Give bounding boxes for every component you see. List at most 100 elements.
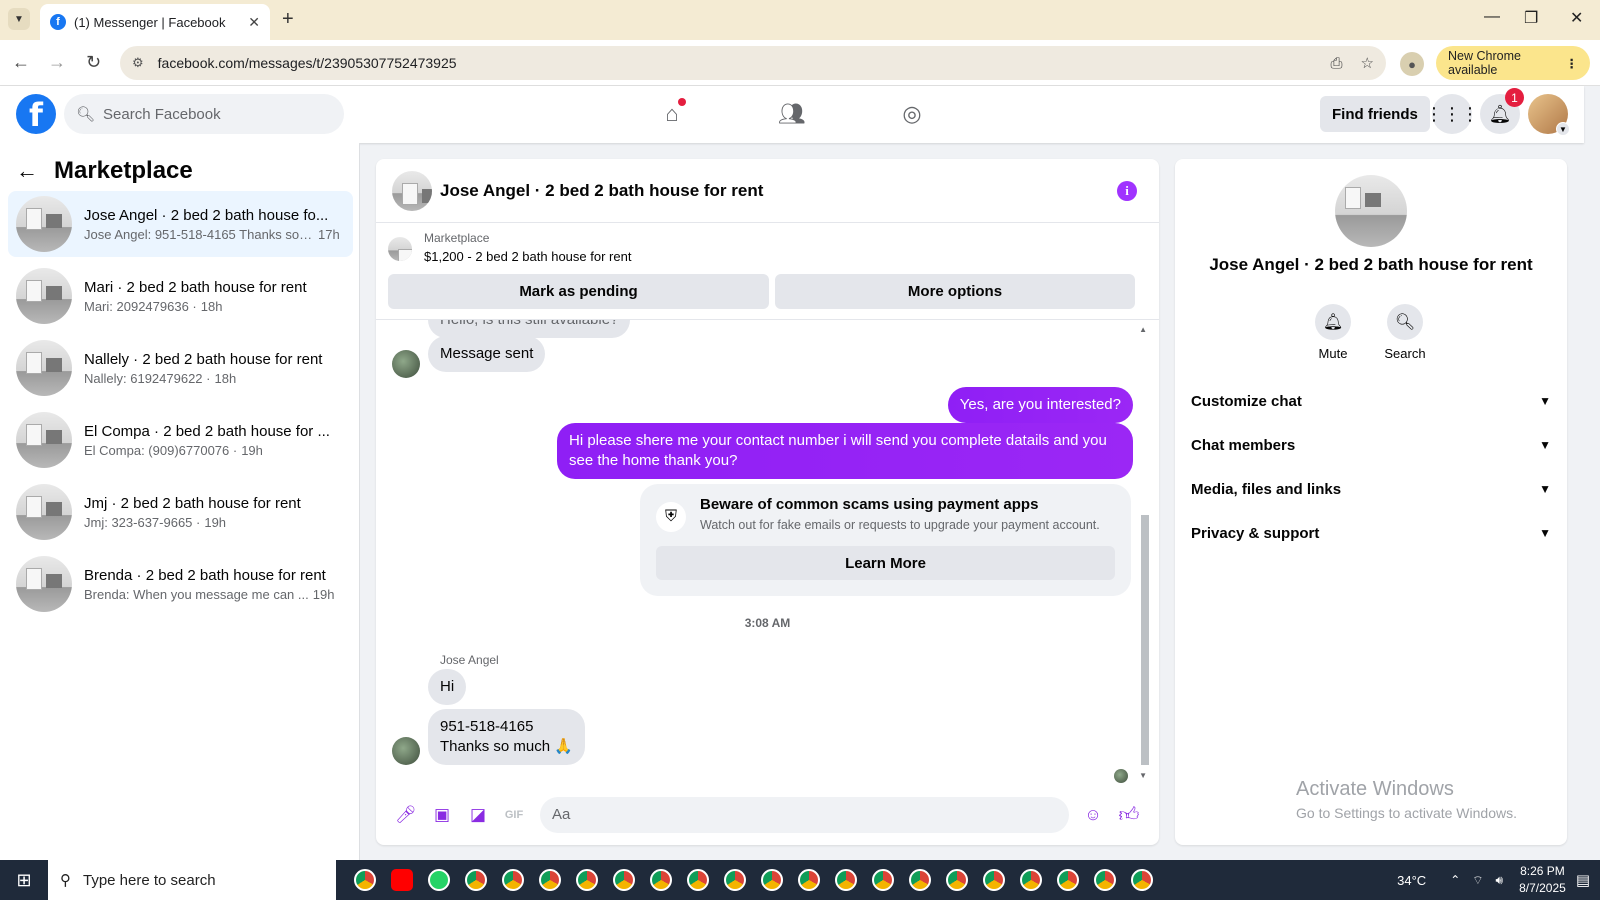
sender-avatar[interactable] xyxy=(392,350,420,378)
taskbar-search-box[interactable]: ⚲ Type here to search xyxy=(48,860,336,900)
browser-tab[interactable]: f (1) Messenger | Facebook ✕ xyxy=(40,4,270,40)
chrome-window-icon[interactable] xyxy=(753,860,790,900)
chrome-window-icon[interactable] xyxy=(1049,860,1086,900)
show-hidden-icons-icon[interactable]: ⌃ xyxy=(1450,873,1460,887)
conversation-name: Jose Angel · 2 bed 2 bath house fo... xyxy=(84,206,329,224)
find-friends-button[interactable]: Find friends xyxy=(1320,96,1430,132)
bookmark-star-icon[interactable]: ☆ xyxy=(1361,54,1374,72)
microphone-icon[interactable]: 🎤︎ xyxy=(388,797,424,833)
new-chrome-available-button[interactable]: New Chrome available ⋮ xyxy=(1436,46,1590,80)
listing-thumbnail-large[interactable] xyxy=(1335,175,1407,247)
chrome-profile-icon[interactable]: ● xyxy=(1400,52,1424,76)
tab-search-icon[interactable]: ▼ xyxy=(8,8,30,30)
menu-grid-icon[interactable]: ⋮⋮⋮ xyxy=(1425,94,1479,134)
conversation-item[interactable]: Jose Angel · 2 bed 2 bath house fo... Jo… xyxy=(8,191,353,257)
conversation-item[interactable]: Nallely · 2 bed 2 bath house for rent Na… xyxy=(8,335,353,401)
chrome-window-icon[interactable] xyxy=(642,860,679,900)
chrome-window-icon[interactable] xyxy=(827,860,864,900)
chrome-window-icon[interactable] xyxy=(457,860,494,900)
privacy-support-section[interactable]: Privacy & support ▼ xyxy=(1191,511,1551,555)
scroll-down-arrow-icon[interactable]: ▼ xyxy=(1139,771,1147,780)
new-tab-icon[interactable]: + xyxy=(282,8,294,30)
forward-arrow-icon[interactable]: → xyxy=(48,52,66,73)
mute-button[interactable]: 🔔︎ Mute xyxy=(1303,304,1363,361)
minimize-icon[interactable]: — xyxy=(1484,8,1500,26)
sticker-icon[interactable]: ◪ xyxy=(460,797,496,833)
close-tab-icon[interactable]: ✕ xyxy=(248,14,260,31)
chrome-window-icon[interactable] xyxy=(568,860,605,900)
notification-center-icon[interactable]: ▤ xyxy=(1576,871,1590,889)
weather-temperature[interactable]: 34°C xyxy=(1397,873,1426,888)
groups-icon[interactable]: ◎ xyxy=(896,98,928,130)
chrome-window-icon[interactable] xyxy=(605,860,642,900)
home-icon[interactable]: ⌂ xyxy=(656,98,688,130)
conversation-time: 18h xyxy=(200,298,223,314)
chrome-window-icon[interactable] xyxy=(864,860,901,900)
restore-icon[interactable]: ❐ xyxy=(1524,8,1538,28)
listing-thumbnail[interactable] xyxy=(392,170,432,211)
conversation-item[interactable]: El Compa · 2 bed 2 bath house for ... El… xyxy=(8,407,353,473)
back-arrow-icon[interactable]: ← xyxy=(16,158,38,184)
warning-title: Beware of common scams using payment app… xyxy=(700,496,1039,513)
photo-icon[interactable]: ▣ xyxy=(424,797,460,833)
reload-icon[interactable]: ↻ xyxy=(86,52,101,73)
back-arrow-icon[interactable]: ← xyxy=(12,52,30,73)
emoji-icon[interactable]: ☺ xyxy=(1075,797,1111,833)
thumbs-up-icon[interactable]: 👍︎ xyxy=(1111,797,1147,833)
chrome-window-icon[interactable] xyxy=(679,860,716,900)
conversation-item[interactable]: Mari · 2 bed 2 bath house for rent Mari:… xyxy=(8,263,353,329)
site-info-icon[interactable]: ⚙ xyxy=(132,55,144,71)
message-input[interactable] xyxy=(540,796,1069,833)
scrollbar-thumb[interactable] xyxy=(1141,515,1149,765)
chrome-menu-icon[interactable]: ⋮ xyxy=(1566,56,1579,71)
notifications-bell-icon[interactable]: 🔔︎ 1 xyxy=(1480,88,1524,134)
customize-chat-section[interactable]: Customize chat ▼ xyxy=(1191,379,1551,423)
conversation-name: Jmj · 2 bed 2 bath house for rent xyxy=(84,494,301,512)
chrome-window-icon[interactable] xyxy=(716,860,753,900)
close-window-icon[interactable]: ✕ xyxy=(1570,8,1583,28)
chrome-window-icon[interactable] xyxy=(975,860,1012,900)
mark-as-pending-button[interactable]: Mark as pending xyxy=(388,274,769,309)
sender-avatar[interactable] xyxy=(392,737,420,765)
chrome-window-icon[interactable] xyxy=(1086,860,1123,900)
conversation-item[interactable]: Brenda · 2 bed 2 bath house for rent Bre… xyxy=(8,551,353,617)
account-avatar[interactable]: ▼ xyxy=(1528,94,1570,136)
scroll-up-arrow-icon[interactable]: ▲ xyxy=(1139,325,1147,334)
listing-thumbnail xyxy=(388,237,412,261)
youtube-app-icon[interactable] xyxy=(383,860,420,900)
chrome-app-icon[interactable] xyxy=(346,860,383,900)
volume-icon[interactable]: 🔊︎ xyxy=(1496,873,1504,888)
url-text[interactable]: facebook.com/messages/t/2390530775247392… xyxy=(158,55,1313,71)
chat-title[interactable]: Jose Angel · 2 bed 2 bath house for rent xyxy=(440,181,763,201)
conversation-item[interactable]: Jmj · 2 bed 2 bath house for rent Jmj: 3… xyxy=(8,479,353,545)
windows-start-icon[interactable]: ⊞ xyxy=(0,860,48,900)
more-options-button[interactable]: More options xyxy=(775,274,1135,309)
conversation-info-icon[interactable]: i xyxy=(1117,181,1137,201)
marketplace-listing-bar[interactable]: Marketplace $1,200 - 2 bed 2 bath house … xyxy=(388,231,631,264)
chrome-window-icon[interactable] xyxy=(494,860,531,900)
chat-members-section[interactable]: Chat members ▼ xyxy=(1191,423,1551,467)
facebook-logo-icon[interactable]: f xyxy=(16,94,56,134)
gif-icon[interactable]: GIF xyxy=(496,797,532,833)
message-bubble-incoming: 951-518-4165 Thanks so much 🙏 xyxy=(428,709,585,765)
address-bar[interactable]: ⚙ facebook.com/messages/t/23905307752473… xyxy=(120,46,1386,80)
chrome-window-icon[interactable] xyxy=(1123,860,1160,900)
media-files-links-section[interactable]: Media, files and links ▼ xyxy=(1191,467,1551,511)
facebook-search-input[interactable]: 🔍︎ Search Facebook xyxy=(64,94,344,134)
chat-scrollbar[interactable] xyxy=(1139,323,1149,781)
search-in-conversation-button[interactable]: 🔍︎ Search xyxy=(1375,304,1435,361)
message-bubble-incoming: Hi xyxy=(428,669,467,705)
chrome-window-icon[interactable] xyxy=(531,860,568,900)
conversation-preview: Jmj: 323-637-9665 · xyxy=(84,514,201,530)
chrome-window-icon[interactable] xyxy=(901,860,938,900)
install-app-icon[interactable]: ⎙ xyxy=(1331,55,1343,72)
chrome-window-icon[interactable] xyxy=(1012,860,1049,900)
chrome-window-icon[interactable] xyxy=(790,860,827,900)
network-icon[interactable]: ⌔ xyxy=(1472,873,1483,888)
whatsapp-app-icon[interactable] xyxy=(420,860,457,900)
learn-more-button[interactable]: Learn More xyxy=(656,546,1115,580)
chrome-window-icon[interactable] xyxy=(938,860,975,900)
friends-icon[interactable]: 👥︎ xyxy=(776,98,808,130)
clock[interactable]: 8:26 PM 8/7/2025 xyxy=(1519,863,1566,897)
conversation-time: 19h xyxy=(312,586,335,602)
